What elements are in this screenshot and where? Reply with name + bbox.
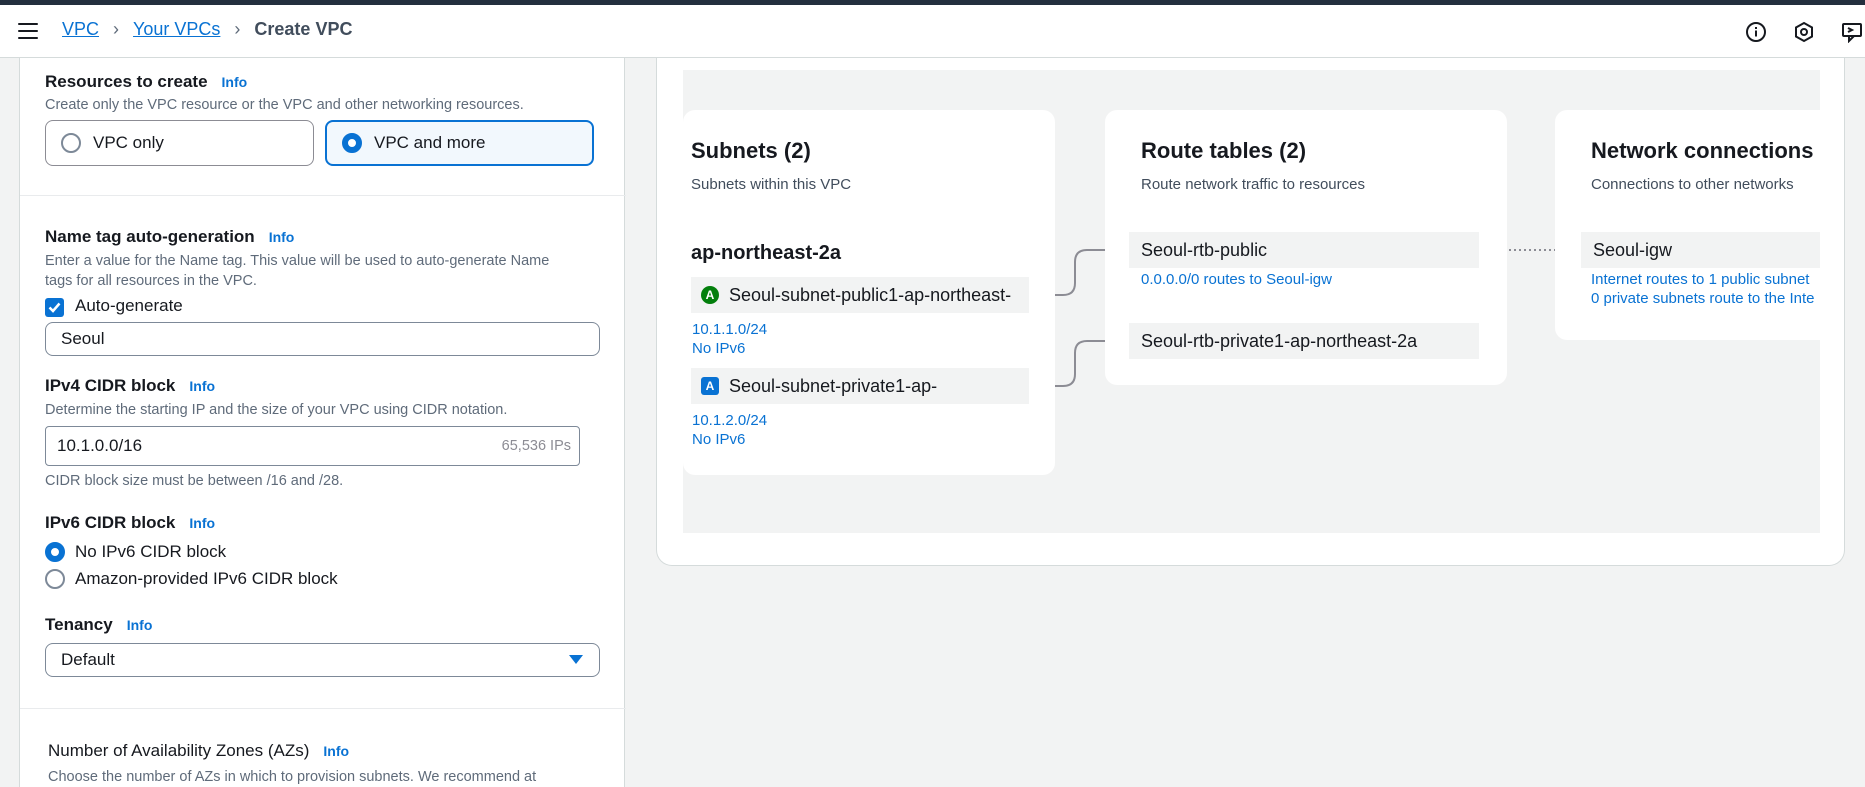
- ipv6-label: IPv6 CIDR block: [45, 513, 176, 532]
- divider: [20, 195, 626, 196]
- route-table-public-name: Seoul-rtb-public: [1141, 239, 1268, 260]
- tenancy-label: Tenancy: [45, 615, 113, 634]
- resources-label-row: Resources to create Info: [45, 72, 247, 92]
- subnet-private-name: Seoul-subnet-private1-ap-: [729, 375, 938, 396]
- caret-down-icon: [569, 655, 583, 664]
- subnet-private-ipv6: No IPv6: [692, 431, 746, 448]
- tenancy-select[interactable]: Default: [45, 643, 600, 677]
- route-table-private-name: Seoul-rtb-private1-ap-northeast-2a: [1141, 330, 1418, 351]
- ipv6-none-label: No IPv6 CIDR block: [75, 542, 227, 561]
- vpc-only-label: VPC only: [93, 133, 164, 152]
- tenancy-label-row: Tenancy Info: [45, 615, 152, 635]
- preview-canvas[interactable]: Subnets (2) Subnets within this VPC ap-n…: [683, 70, 1820, 533]
- resources-label: Resources to create: [45, 72, 208, 91]
- header: VPC › Your VPCs › Create VPC: [0, 5, 1865, 58]
- breadcrumb-current: Create VPC: [254, 19, 353, 39]
- divider: [20, 708, 626, 709]
- route-table-public-node[interactable]: Seoul-rtb-public: [1129, 232, 1479, 268]
- ipv6-amazon-radio[interactable]: [45, 569, 65, 589]
- ipv4-cidr-input[interactable]: 10.1.0.0/16 65,536 IPs: [45, 426, 580, 466]
- breadcrumb-vpc[interactable]: VPC: [62, 19, 99, 40]
- vpc-and-more-radio[interactable]: [342, 133, 362, 153]
- igw-public-routes: Internet routes to 1 public subnet: [1591, 271, 1810, 288]
- vpc-settings-panel: Resources to create Info Create only the…: [19, 58, 626, 787]
- subnet-public-ipv6: No IPv6: [692, 340, 746, 357]
- ipv6-label-row: IPv6 CIDR block Info: [45, 513, 215, 533]
- vpc-and-more-tile[interactable]: VPC and more: [325, 120, 594, 166]
- availability-zone-badge: A: [701, 377, 719, 395]
- route-tables-card: Route tables (2) Route network traffic t…: [1105, 110, 1507, 385]
- subnet-private-node[interactable]: A Seoul-subnet-private1-ap-: [691, 368, 1029, 404]
- igw-name: Seoul-igw: [1593, 239, 1673, 260]
- ipv4-description: Determine the starting IP and the size o…: [45, 402, 508, 418]
- subnet-public-name: Seoul-subnet-public1-ap-northeast-: [729, 284, 1012, 305]
- az-name: ap-northeast-2a: [691, 242, 842, 264]
- azs-info-link[interactable]: Info: [323, 743, 349, 759]
- resources-info-link[interactable]: Info: [222, 74, 248, 90]
- network-subtitle: Connections to other networks: [1591, 176, 1794, 193]
- igw-private-routes: 0 private subnets route to the Inte: [1591, 290, 1815, 307]
- route-table-private-node[interactable]: Seoul-rtb-private1-ap-northeast-2a: [1129, 323, 1479, 359]
- ipv6-option-none[interactable]: No IPv6 CIDR block: [45, 542, 226, 562]
- ipv6-none-radio[interactable]: [45, 542, 65, 562]
- azs-label-row: Number of Availability Zones (AZs) Info: [48, 741, 349, 761]
- ipv4-info-link[interactable]: Info: [189, 378, 215, 394]
- availability-zone-badge: A: [701, 286, 719, 304]
- vpc-and-more-label: VPC and more: [374, 133, 486, 152]
- subnets-subtitle: Subnets within this VPC: [691, 176, 852, 193]
- shield-settings-icon[interactable]: [1791, 19, 1817, 45]
- name-tag-input[interactable]: Seoul: [45, 322, 600, 356]
- route-table-public-route: 0.0.0.0/0 routes to Seoul-igw: [1141, 271, 1332, 288]
- name-tag-description-1: Enter a value for the Name tag. This val…: [45, 253, 550, 269]
- chevron-right-icon: ›: [234, 19, 241, 39]
- preview-diagram: Subnets (2) Subnets within this VPC ap-n…: [656, 58, 1845, 566]
- chevron-right-icon: ›: [113, 19, 120, 39]
- name-tag-description-2: tags for all resources in the VPC.: [45, 273, 257, 289]
- ipv4-label: IPv4 CIDR block: [45, 376, 176, 395]
- ipv4-cidr-value: 10.1.0.0/16: [57, 436, 143, 455]
- name-tag-label-row: Name tag auto-generation Info: [45, 227, 294, 247]
- name-tag-value: Seoul: [61, 329, 105, 348]
- info-icon[interactable]: [1743, 19, 1769, 45]
- ipv4-constraint: CIDR block size must be between /16 and …: [45, 473, 344, 489]
- subnets-title: Subnets (2): [691, 138, 811, 163]
- subnets-card: Subnets (2) Subnets within this VPC ap-n…: [683, 110, 1055, 475]
- route-tables-subtitle: Route network traffic to resources: [1141, 176, 1365, 193]
- ipv6-option-amazon[interactable]: Amazon-provided IPv6 CIDR block: [45, 569, 338, 589]
- azs-description: Choose the number of AZs in which to pro…: [48, 769, 537, 785]
- igw-node[interactable]: Seoul-igw: [1581, 232, 1820, 268]
- network-connections-card: Network connections Connections to other…: [1555, 110, 1820, 340]
- tenancy-info-link[interactable]: Info: [127, 617, 153, 633]
- name-tag-info-link[interactable]: Info: [269, 229, 295, 245]
- vpc-only-radio[interactable]: [61, 133, 81, 153]
- resources-description: Create only the VPC resource or the VPC …: [45, 97, 524, 113]
- azs-label: Number of Availability Zones (AZs): [48, 741, 310, 760]
- name-tag-label: Name tag auto-generation: [45, 227, 255, 246]
- ipv6-amazon-label: Amazon-provided IPv6 CIDR block: [75, 569, 338, 588]
- route-tables-title: Route tables (2): [1141, 138, 1307, 163]
- auto-generate-checkbox[interactable]: [45, 298, 64, 317]
- subnet-public-cidr: 10.1.1.0/24: [692, 321, 768, 338]
- ipv6-info-link[interactable]: Info: [189, 515, 215, 531]
- breadcrumb-your-vpcs[interactable]: Your VPCs: [133, 19, 220, 40]
- ipv4-ip-count: 65,536 IPs: [501, 438, 571, 454]
- menu-icon[interactable]: [18, 23, 38, 39]
- network-title: Network connections: [1591, 138, 1814, 163]
- vpc-only-tile[interactable]: VPC only: [45, 120, 314, 166]
- auto-generate-label: Auto-generate: [75, 296, 183, 315]
- subnet-private-cidr: 10.1.2.0/24: [692, 412, 768, 429]
- subnet-public-node[interactable]: A Seoul-subnet-public1-ap-northeast-: [691, 277, 1029, 313]
- feedback-icon[interactable]: [1839, 19, 1865, 45]
- breadcrumb: VPC › Your VPCs › Create VPC: [62, 19, 352, 40]
- tenancy-value: Default: [61, 650, 115, 669]
- ipv4-label-row: IPv4 CIDR block Info: [45, 376, 215, 396]
